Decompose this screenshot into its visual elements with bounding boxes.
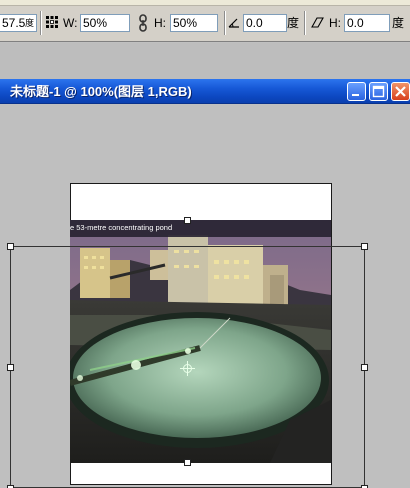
rotation-center-icon[interactable] [180, 361, 195, 376]
skew-h-field[interactable]: 0.0 [344, 14, 390, 32]
skew-unit: 度 [392, 16, 405, 30]
height-field[interactable]: 50% [170, 14, 218, 32]
reference-point-icon[interactable] [46, 16, 58, 28]
close-button[interactable] [391, 82, 410, 101]
canvas-area[interactable]: e 53-metre concentrating pond [0, 105, 410, 488]
toolbar-separator [40, 11, 42, 35]
transform-handle-middle-left[interactable] [7, 364, 14, 371]
workspace-background [0, 43, 410, 79]
skew-h-label: H: [329, 16, 341, 30]
image-caption: e 53-metre concentrating pond [70, 223, 173, 232]
rotation-field[interactable]: 0.0 [243, 14, 287, 32]
link-chain-icon[interactable] [138, 14, 148, 32]
menu-strip [0, 0, 410, 6]
angle-unit: 度 [25, 18, 35, 28]
transform-handle-top-right[interactable] [361, 243, 368, 250]
transform-handle-bottom-center[interactable] [184, 459, 191, 466]
angle-value: 57.5 [2, 16, 26, 30]
skew-icon [311, 17, 324, 28]
caption-bar: e 53-metre concentrating pond [70, 220, 331, 237]
document-title: 未标题-1 @ 100%(图层 1,RGB) [10, 84, 192, 99]
maximize-icon [372, 85, 385, 98]
rotation-value: 0.0 [246, 16, 263, 30]
transform-handle-top-center[interactable] [184, 217, 191, 224]
close-icon [395, 86, 406, 97]
width-value: 50% [83, 16, 108, 30]
minimize-button[interactable] [347, 82, 366, 101]
toolbar-separator [304, 11, 306, 35]
minimize-icon [352, 94, 359, 96]
width-field[interactable]: 50% [80, 14, 130, 32]
options-bar: 57.5 度 W: 50% H: 50% 0.0 度 H: 0.0 度 [0, 0, 410, 42]
angle-icon [228, 18, 239, 28]
rotation-unit: 度 [287, 16, 300, 30]
maximize-button[interactable] [369, 82, 388, 101]
width-label: W: [63, 16, 78, 30]
transform-handle-top-left[interactable] [7, 243, 14, 250]
document-window: 未标题-1 @ 100%(图层 1,RGB) e 53-metre concen… [0, 79, 410, 488]
height-label: H: [154, 16, 166, 30]
toolbar-separator [224, 11, 226, 35]
height-value: 50% [173, 16, 198, 30]
transform-handle-middle-right[interactable] [361, 364, 368, 371]
skew-h-value: 0.0 [347, 16, 364, 30]
document-title-bar[interactable]: 未标题-1 @ 100%(图层 1,RGB) [0, 79, 410, 104]
